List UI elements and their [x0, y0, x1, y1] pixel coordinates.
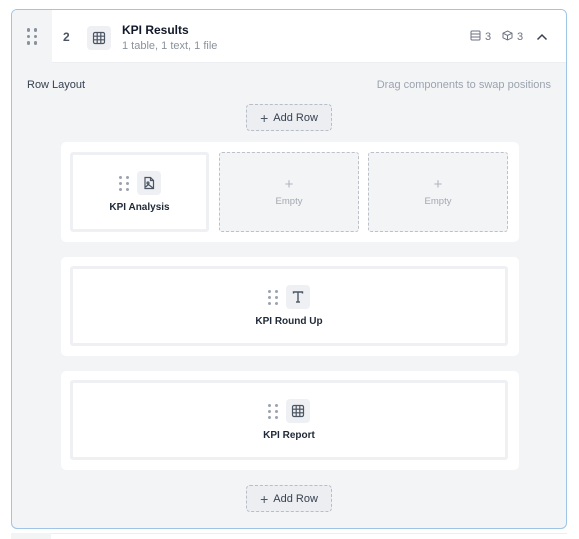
component-label: KPI Report — [263, 430, 315, 441]
plus-icon: + — [260, 490, 269, 507]
section-subtitle: 1 table, 1 text, 1 file — [122, 40, 218, 52]
next-section-card-edge — [11, 533, 567, 539]
component-kpi-round-up[interactable]: KPI Round Up — [70, 266, 508, 346]
empty-slot[interactable]: + Empty — [219, 152, 359, 232]
table-icon — [286, 399, 310, 423]
layout-row-3: KPI Report — [61, 371, 519, 470]
empty-slot-label: Empty — [275, 196, 303, 207]
add-row-bottom-button[interactable]: + Add Row — [246, 485, 332, 512]
section-number: 2 — [63, 30, 70, 44]
components-count: 3 — [517, 31, 524, 43]
component-label: KPI Analysis — [109, 202, 170, 213]
plus-icon: + — [260, 109, 269, 126]
section-title: KPI Results — [122, 23, 189, 37]
plus-icon: + — [433, 176, 443, 193]
rows-icon — [470, 30, 481, 44]
empty-slot-label: Empty — [424, 196, 452, 207]
table-icon — [87, 26, 111, 50]
rows-count: 3 — [485, 31, 492, 43]
drag-grip-icon[interactable] — [268, 403, 279, 419]
chevron-up-icon — [536, 28, 548, 46]
layout-row-2: KPI Round Up — [61, 257, 519, 356]
collapse-button[interactable] — [531, 27, 553, 47]
plus-icon: + — [284, 176, 294, 193]
next-section-drag-handle — [11, 533, 51, 539]
row-layout-label: Row Layout — [27, 79, 86, 91]
drag-grip-icon[interactable] — [268, 289, 279, 305]
add-row-label: Add Row — [273, 492, 318, 505]
drag-grip-icon — [26, 28, 38, 45]
add-row-label: Add Row — [273, 111, 318, 124]
file-image-icon — [136, 171, 161, 195]
section-card: 2 KPI Results 1 table, 1 text, 1 file 3 — [11, 9, 567, 529]
section-header[interactable]: 2 KPI Results 1 table, 1 text, 1 file 3 — [12, 10, 566, 63]
add-row-top-button[interactable]: + Add Row — [246, 104, 332, 131]
cube-icon — [502, 30, 513, 44]
section-drag-handle[interactable] — [12, 10, 52, 63]
rows-stat: 3 — [470, 30, 491, 44]
text-icon — [286, 285, 310, 309]
component-kpi-analysis[interactable]: KPI Analysis — [70, 152, 209, 232]
empty-slot[interactable]: + Empty — [368, 152, 508, 232]
drag-grip-icon[interactable] — [118, 175, 130, 191]
row-layout-hint: Drag components to swap positions — [376, 79, 551, 91]
component-label: KPI Round Up — [255, 316, 323, 327]
components-stat: 3 — [502, 30, 523, 44]
component-kpi-report[interactable]: KPI Report — [70, 380, 508, 460]
layout-row-1: KPI Analysis + Empty + Empty — [61, 142, 519, 242]
